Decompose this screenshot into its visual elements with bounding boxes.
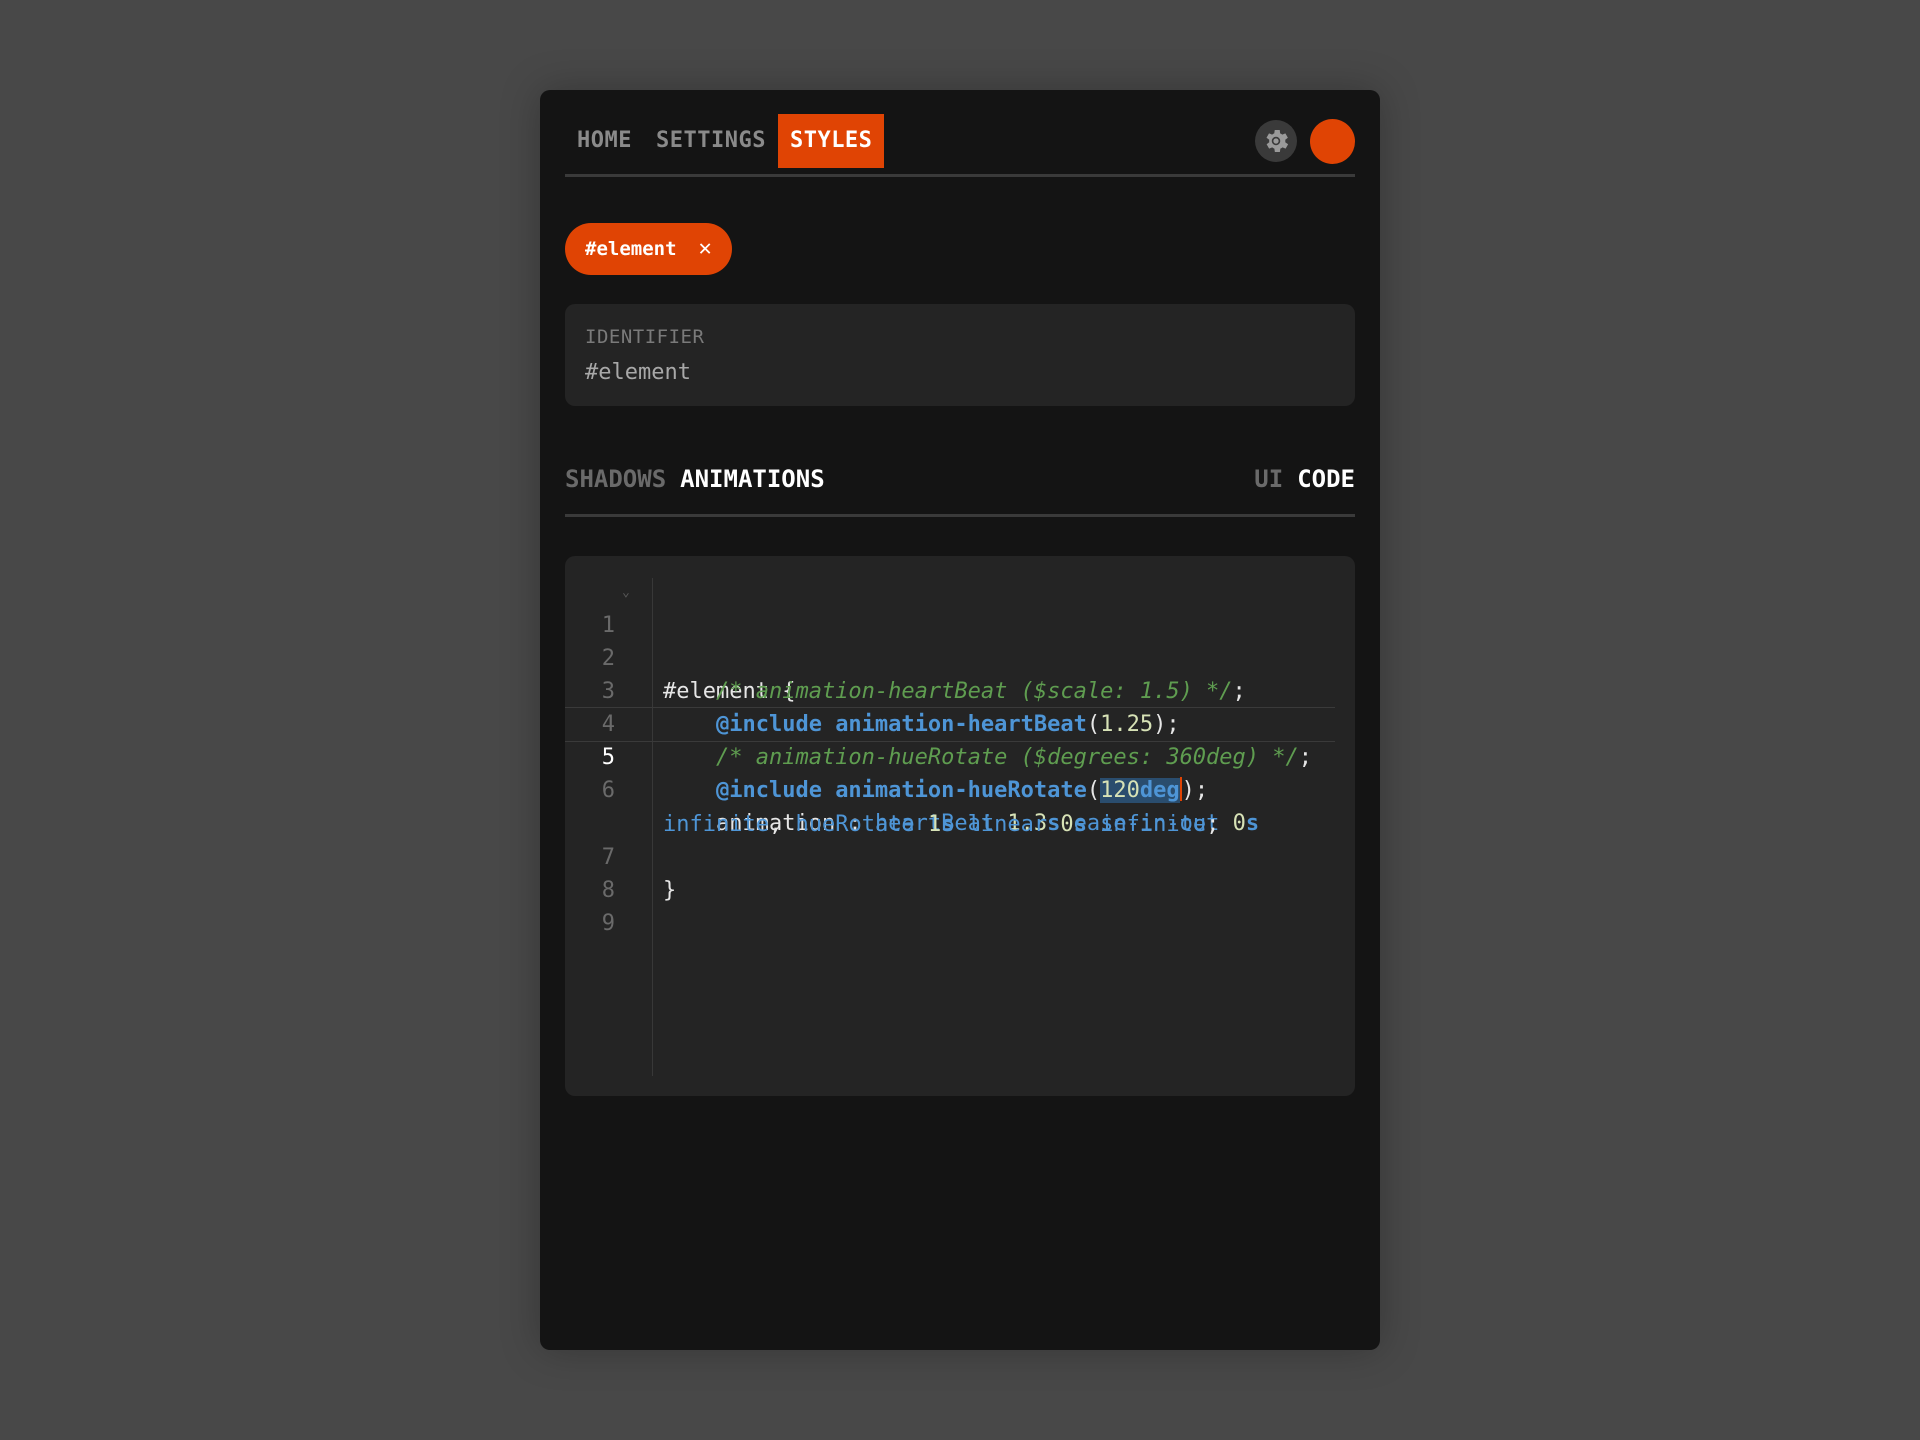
code-line[interactable]: 1 ⌄ #element {: [565, 576, 1335, 704]
tab-animations[interactable]: ANIMATIONS: [680, 462, 825, 496]
tab-home[interactable]: HOME: [565, 114, 644, 168]
tab-settings[interactable]: SETTINGS: [644, 114, 778, 168]
chevron-down-icon[interactable]: ⌄: [622, 576, 630, 609]
tab-shadows[interactable]: SHADOWS: [565, 462, 666, 496]
code-line[interactable]: 4 /* animation-hueRotate ($degrees: 360d…: [565, 675, 1335, 770]
chip-label: #element: [585, 238, 677, 260]
code-line-wrapped[interactable]: infinite, hueRotate 1s linear 0s infinit…: [565, 775, 1335, 837]
code-line[interactable]: 9: [565, 874, 1335, 936]
line-number: 9: [601, 911, 615, 936]
code-line[interactable]: 8: [565, 841, 1335, 903]
code-line[interactable]: 3 @include animation-heartBeat(1.25);: [565, 642, 1335, 737]
section-tabs: SHADOWS ANIMATIONS UI CODE: [565, 462, 1355, 517]
styles-panel: HOME SETTINGS STYLES #element ✕ IDENTIFI…: [540, 90, 1380, 1350]
code-line[interactable]: 2 /* animation-heartBeat ($scale: 1.5) *…: [565, 609, 1335, 704]
top-nav: HOME SETTINGS STYLES: [565, 114, 1355, 177]
identifier-input[interactable]: [585, 360, 1325, 385]
code-line[interactable]: 6 animation : heartBeat 1.3s ease-in-out…: [565, 741, 1335, 836]
gear-icon: [1266, 130, 1289, 152]
code-line-current[interactable]: 5 @include animation-hueRotate(120deg);: [565, 707, 1335, 803]
tab-ui[interactable]: UI: [1254, 462, 1283, 496]
view-toggle: UI CODE: [1240, 462, 1355, 496]
code-editor[interactable]: 1 ⌄ #element { 2 /* animation-heartBeat …: [565, 556, 1355, 1096]
tab-code[interactable]: CODE: [1297, 462, 1355, 496]
avatar[interactable]: [1310, 119, 1355, 164]
selector-chip[interactable]: #element ✕: [565, 223, 732, 275]
settings-button[interactable]: [1255, 120, 1297, 162]
tab-styles[interactable]: STYLES: [777, 114, 885, 168]
identifier-field: IDENTIFIER: [565, 304, 1355, 406]
code-line[interactable]: 7 }: [565, 808, 1335, 903]
close-icon[interactable]: ✕: [699, 238, 712, 260]
identifier-label: IDENTIFIER: [585, 326, 705, 348]
